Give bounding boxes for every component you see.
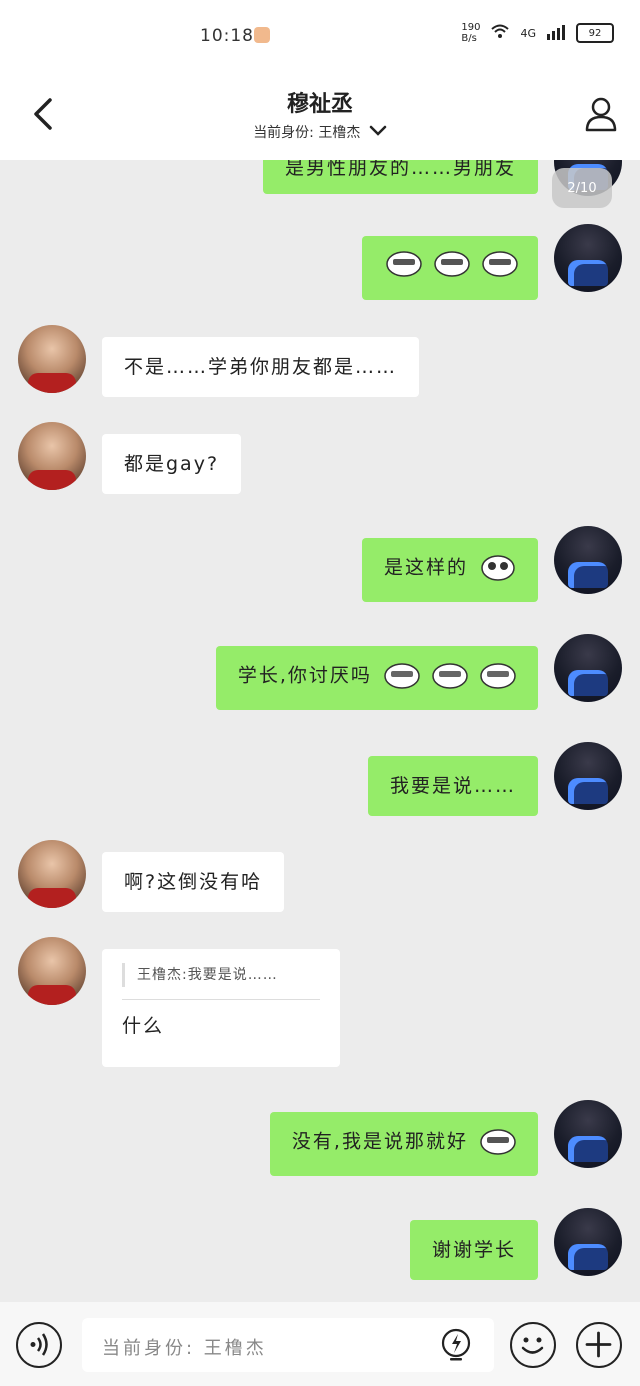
quoted-message[interactable]: 王橹杰:我要是说…… xyxy=(122,963,320,987)
message-text: 是男性朋友的……男朋友 xyxy=(284,160,516,179)
identity-switcher[interactable]: 当前身份: 王橹杰 xyxy=(0,122,640,142)
sticker-icon xyxy=(384,663,420,689)
plus-icon[interactable] xyxy=(576,1322,622,1368)
message-text: 谢谢学长 xyxy=(431,1239,516,1261)
input-bar: 当前身份: 王橹杰 xyxy=(0,1302,640,1386)
message-bubble[interactable] xyxy=(361,236,538,300)
message-bubble[interactable]: 不是……学弟你朋友都是…… xyxy=(102,337,420,397)
my-avatar[interactable] xyxy=(554,634,622,702)
net-speed-value: 190 xyxy=(461,22,481,33)
message-input-placeholder: 当前身份: 王橹杰 xyxy=(102,1338,267,1359)
message-bubble[interactable]: 是男性朋友的……男朋友 xyxy=(262,160,538,194)
message-bubble[interactable]: 我要是说…… xyxy=(367,756,538,816)
contact-avatar[interactable] xyxy=(18,325,86,393)
message-bubble[interactable]: 都是gay? xyxy=(102,434,242,494)
sticker-icon xyxy=(432,663,468,689)
status-bar: 10:18 190 B/s 4G 92 xyxy=(0,0,640,72)
app-notification-icon xyxy=(254,27,270,43)
quote-divider xyxy=(122,999,320,1000)
message-text: 啊?这倒没有哈 xyxy=(124,871,263,893)
lightning-icon[interactable] xyxy=(440,1328,472,1362)
my-avatar[interactable] xyxy=(554,1100,622,1168)
message-bubble[interactable]: 学长,你讨厌吗 xyxy=(215,646,538,710)
message-bubble[interactable]: 是这样的 xyxy=(361,538,538,602)
signal-icon xyxy=(546,24,566,43)
sticker-icon xyxy=(480,1129,516,1155)
sticker-icon xyxy=(386,251,422,277)
my-avatar[interactable] xyxy=(554,1208,622,1276)
message-input[interactable]: 当前身份: 王橹杰 xyxy=(82,1318,494,1372)
identity-label: 当前身份: 王橹杰 xyxy=(253,125,361,141)
message-text: 学长,你讨厌吗 xyxy=(237,664,372,687)
message-text: 我要是说…… xyxy=(389,775,516,797)
chevron-down-icon xyxy=(369,125,387,141)
chat-title: 穆祉丞 xyxy=(286,92,353,117)
status-time: 10:18 xyxy=(200,26,254,46)
profile-icon[interactable] xyxy=(584,96,618,132)
contact-avatar[interactable] xyxy=(18,422,86,490)
message-bubble[interactable]: 没有,我是说那就好 xyxy=(269,1112,538,1176)
my-avatar[interactable] xyxy=(554,224,622,292)
contact-avatar[interactable] xyxy=(18,937,86,1005)
my-avatar[interactable] xyxy=(554,742,622,810)
message-bubble[interactable]: 谢谢学长 xyxy=(409,1220,538,1280)
network-type: 4G xyxy=(520,26,536,40)
my-avatar[interactable] xyxy=(554,526,622,594)
message-text: 没有,我是说那就好 xyxy=(291,1130,468,1153)
page-indicator: 2/10 xyxy=(552,168,612,208)
voice-icon[interactable] xyxy=(16,1322,62,1368)
battery-icon: 92 xyxy=(576,23,614,43)
message-text: 不是……学弟你朋友都是…… xyxy=(124,356,398,378)
battery-level: 92 xyxy=(588,27,602,39)
message-bubble[interactable]: 王橹杰:我要是说…… 什么 xyxy=(102,949,340,1067)
sticker-icon xyxy=(480,663,516,689)
wifi-icon xyxy=(490,23,510,43)
chat-area[interactable]: 是男性朋友的……男朋友 2/10 不是……学弟你朋友都是…… 都是gay? 是这… xyxy=(0,160,640,1302)
message-text: 都是gay? xyxy=(124,453,220,475)
sticker-icon xyxy=(481,555,515,581)
chat-header: 穆祉丞 当前身份: 王橹杰 xyxy=(0,72,640,160)
message-text: 什么 xyxy=(122,1015,165,1037)
status-right: 190 B/s 4G 92 xyxy=(461,22,614,44)
net-speed-unit: B/s xyxy=(461,33,477,44)
emoji-icon[interactable] xyxy=(510,1322,556,1368)
sticker-icon xyxy=(434,251,470,277)
message-bubble[interactable]: 啊?这倒没有哈 xyxy=(102,852,285,912)
sticker-icon xyxy=(482,251,518,277)
net-speed: 190 B/s xyxy=(461,22,480,44)
message-text: 是这样的 xyxy=(383,556,468,579)
contact-avatar[interactable] xyxy=(18,840,86,908)
